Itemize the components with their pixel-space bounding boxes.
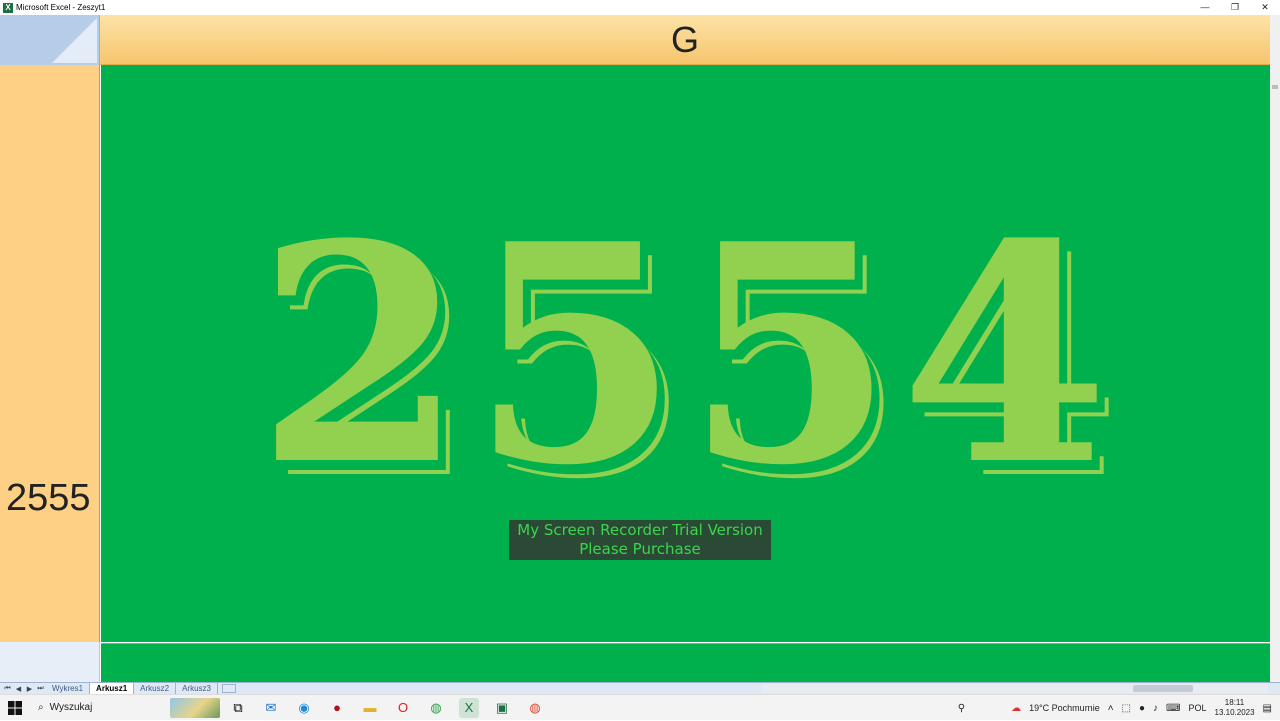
taskbar: ⌕ Wyszukaj ⧉ ✉ ◉ ● ▬ O ◍ X ▣ ◍ ⚲ ☁ 19°C … bbox=[0, 694, 1280, 720]
app-excel2-icon[interactable]: ▣ bbox=[492, 698, 512, 718]
chrome-icon[interactable]: ◍ bbox=[426, 698, 446, 718]
active-cell[interactable]: 2554 My Screen Recorder Trial Version Pl… bbox=[101, 65, 1270, 642]
horizontal-scrollbar[interactable] bbox=[763, 684, 1268, 693]
cell-below[interactable] bbox=[101, 643, 1270, 682]
taskbar-search[interactable]: ⌕ Wyszukaj bbox=[30, 695, 220, 721]
tab-arkusz3[interactable]: Arkusz3 bbox=[176, 683, 218, 694]
close-button[interactable]: ✕ bbox=[1250, 0, 1280, 15]
search-placeholder: Wyszukaj bbox=[49, 702, 93, 713]
watermark-line2: Please Purchase bbox=[579, 540, 701, 558]
sheet-tab-bar: ⏮ ◀ ▶ ⏭ Wykres1 Arkusz1 Arkusz2 Arkusz3 bbox=[0, 682, 1280, 694]
minimize-button[interactable]: — bbox=[1190, 0, 1220, 15]
people-icon[interactable]: ⚲ bbox=[958, 703, 965, 714]
prev-sheet-icon[interactable]: ◀ bbox=[13, 685, 24, 693]
window-titlebar: X Microsoft Excel - Zeszyt1 — ❐ ✕ bbox=[0, 0, 1280, 15]
weather-alert-icon[interactable]: ☁ bbox=[1011, 703, 1021, 714]
window-title: Microsoft Excel - Zeszyt1 bbox=[16, 3, 106, 12]
file-explorer-icon[interactable]: ▬ bbox=[360, 698, 380, 718]
microphone-icon[interactable]: ● bbox=[1139, 703, 1145, 714]
tab-wykres1[interactable]: Wykres1 bbox=[46, 683, 91, 694]
chrome2-icon[interactable]: ◍ bbox=[525, 698, 545, 718]
windows-logo-icon bbox=[8, 700, 22, 715]
language-indicator[interactable]: POL bbox=[1188, 703, 1206, 713]
show-hidden-icons-icon[interactable]: ˄ bbox=[1108, 703, 1114, 714]
row-header-2555[interactable]: 2555 bbox=[0, 65, 100, 642]
onedrive-icon[interactable]: ⬚ bbox=[1122, 703, 1131, 714]
recorder-watermark: My Screen Recorder Trial Version Please … bbox=[509, 520, 771, 560]
first-sheet-icon[interactable]: ⏮ bbox=[2, 685, 13, 693]
horizontal-scroll-thumb[interactable] bbox=[1133, 685, 1193, 692]
vertical-scroll-thumb[interactable] bbox=[1272, 85, 1278, 89]
app-red-icon[interactable]: ● bbox=[327, 698, 347, 718]
task-view-icon[interactable]: ⧉ bbox=[228, 698, 248, 718]
excel-app-icon: X bbox=[3, 2, 13, 13]
search-highlight-image bbox=[170, 697, 220, 718]
notifications-icon[interactable]: ▤ bbox=[1263, 703, 1272, 714]
clock-time: 18:11 bbox=[1224, 698, 1245, 707]
opera-icon[interactable]: O bbox=[393, 698, 413, 718]
window-controls: — ❐ ✕ bbox=[1190, 0, 1280, 15]
start-button[interactable] bbox=[0, 695, 30, 721]
column-header-g[interactable]: G bbox=[100, 15, 1270, 65]
excel-icon[interactable]: X bbox=[459, 697, 479, 718]
next-sheet-icon[interactable]: ▶ bbox=[24, 685, 35, 693]
tab-arkusz1[interactable]: Arkusz1 bbox=[90, 683, 135, 694]
insert-sheet-icon[interactable] bbox=[221, 684, 236, 693]
cell-value: 2554 bbox=[256, 178, 1115, 531]
search-icon: ⌕ bbox=[38, 702, 44, 713]
column-header-label: G bbox=[670, 18, 699, 60]
restore-button[interactable]: ❐ bbox=[1220, 0, 1250, 15]
taskbar-apps: ⧉ ✉ ◉ ● ▬ O ◍ X ▣ ◍ bbox=[228, 697, 545, 718]
clock-date: 13.10.2023 bbox=[1214, 708, 1255, 717]
select-all-corner[interactable] bbox=[0, 15, 100, 65]
keyboard-icon[interactable]: ⌨ bbox=[1166, 703, 1180, 714]
row-header-label: 2555 bbox=[6, 477, 91, 519]
weather-text[interactable]: 19°C Pochmurnie bbox=[1029, 703, 1100, 713]
last-sheet-icon[interactable]: ⏭ bbox=[35, 685, 46, 693]
select-all-triangle-icon bbox=[52, 18, 97, 63]
tab-arkusz2[interactable]: Arkusz2 bbox=[134, 683, 177, 694]
mail-icon[interactable]: ✉ bbox=[261, 698, 281, 718]
clock[interactable]: 18:11 13.10.2023 bbox=[1215, 698, 1255, 718]
edge-icon[interactable]: ◉ bbox=[294, 698, 314, 718]
volume-icon[interactable]: ♪ bbox=[1153, 703, 1158, 714]
watermark-line1: My Screen Recorder Trial Version bbox=[517, 521, 763, 539]
system-tray: ⚲ ☁ 19°C Pochmurnie ˄ ⬚ ● ♪ ⌨ POL 18:11 … bbox=[958, 695, 1280, 721]
sheet-nav-arrows: ⏮ ◀ ▶ ⏭ bbox=[2, 685, 46, 693]
row-header-next[interactable] bbox=[0, 642, 100, 682]
vertical-scrollbar[interactable] bbox=[1270, 15, 1280, 682]
